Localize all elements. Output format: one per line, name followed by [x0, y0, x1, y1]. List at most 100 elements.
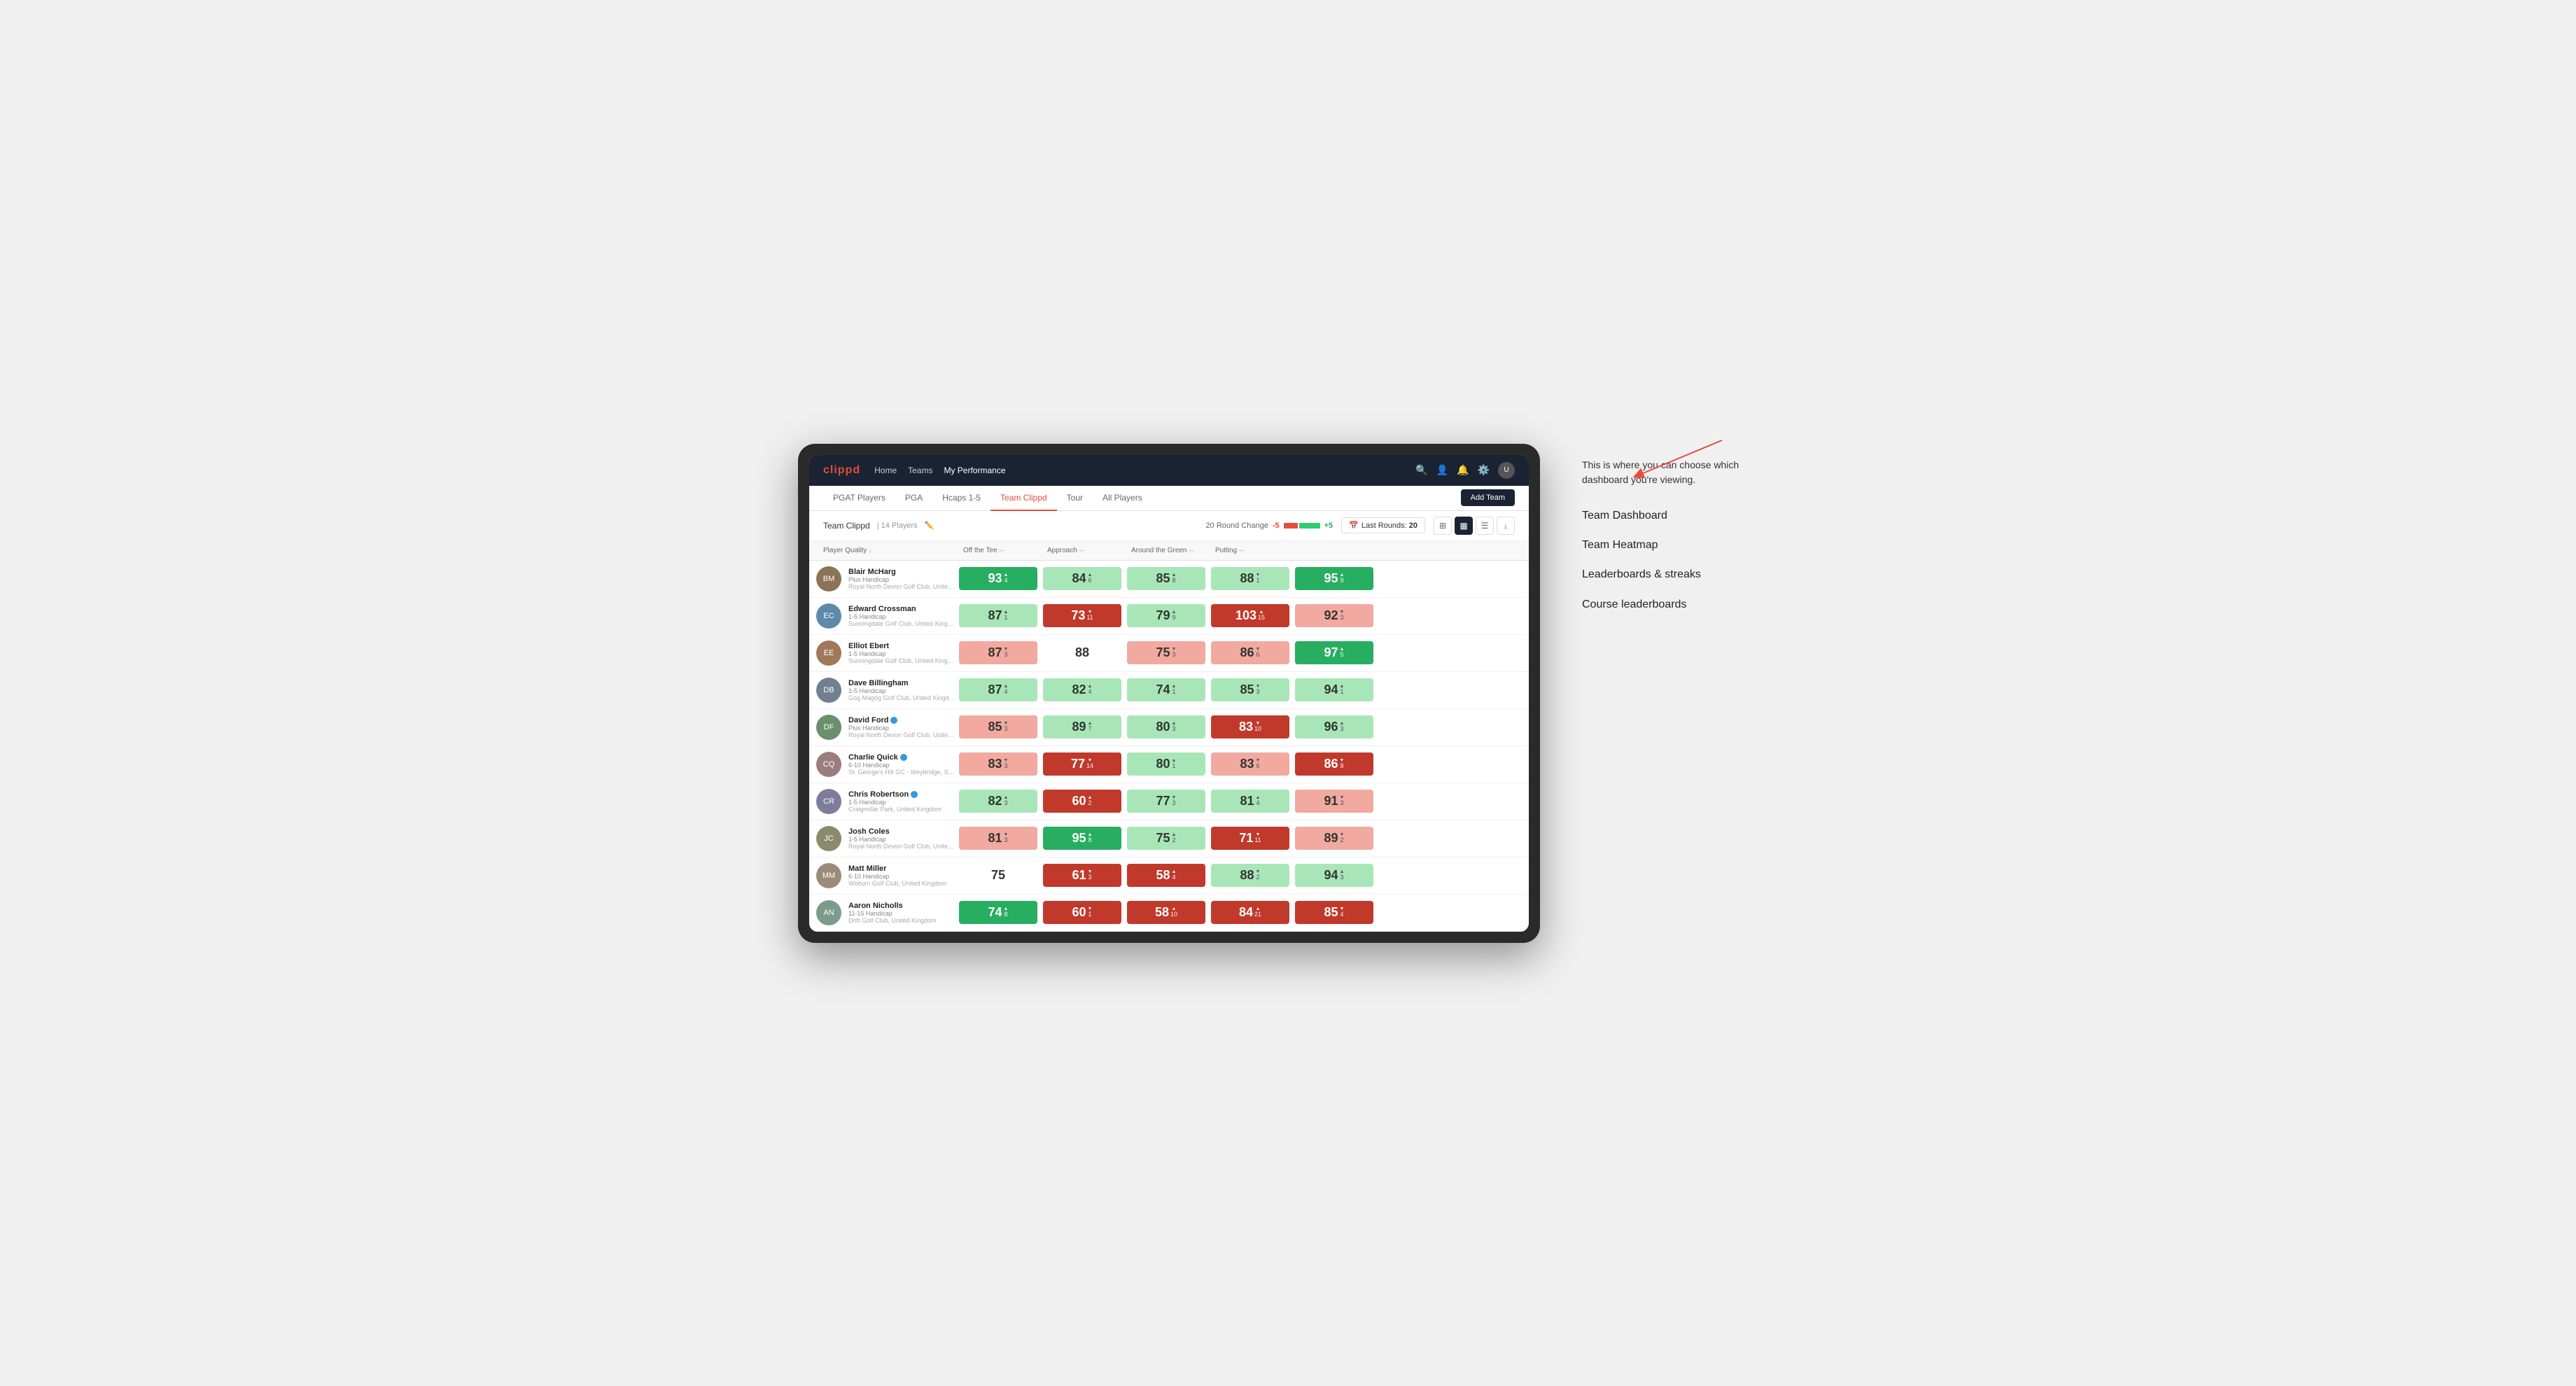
annotation-item: Team Dashboard: [1582, 508, 1778, 524]
table-row[interactable]: EEElliot Ebert1-5 HandicapSunningdale Go…: [809, 635, 1529, 672]
score-value: 77: [1156, 794, 1170, 808]
score-cell: 71▼11: [1211, 827, 1289, 850]
nav-links: Home Teams My Performance: [874, 463, 1401, 478]
team-count: | 14 Players: [877, 522, 918, 530]
nav-link-myperformance[interactable]: My Performance: [944, 463, 1005, 478]
score-delta: ▼3: [1004, 758, 1009, 771]
round-change-pos: +5: [1324, 522, 1334, 530]
score-delta: ▼2: [1256, 869, 1261, 882]
table-row[interactable]: ECEdward Crossman1-5 HandicapSunningdale…: [809, 598, 1529, 635]
view-list-icon[interactable]: ☰: [1476, 517, 1494, 535]
tab-hcaps[interactable]: Hcaps 1-5: [932, 486, 990, 511]
tab-pgat-players[interactable]: PGAT Players: [823, 486, 895, 511]
table-row[interactable]: ANAaron Nicholls11-15 HandicapDrift Golf…: [809, 895, 1529, 932]
tab-pga[interactable]: PGA: [895, 486, 932, 511]
col-header-player[interactable]: Player Quality ↓: [816, 541, 956, 560]
score-cell: 58▲10: [1127, 901, 1205, 924]
score-value: 88: [1075, 645, 1089, 660]
score-delta: ▲8: [1088, 832, 1093, 845]
player-handicap: Plus Handicap: [848, 576, 956, 583]
score-value: 60: [1072, 905, 1086, 920]
bell-icon[interactable]: 🔔: [1457, 464, 1469, 476]
score-delta: ▲3: [1340, 869, 1345, 882]
nav-link-teams[interactable]: Teams: [908, 463, 932, 478]
avatar: BM: [816, 566, 841, 592]
view-icons: ⊞ ▦ ☰ ↓: [1434, 517, 1515, 535]
tab-all-players[interactable]: All Players: [1093, 486, 1152, 511]
avatar: EC: [816, 603, 841, 629]
score-delta: ▲4: [1088, 684, 1093, 696]
score-delta: ▲4: [1004, 573, 1009, 585]
round-change: 20 Round Change -5 +5: [1206, 522, 1334, 530]
tablet-frame: clippd Home Teams My Performance 🔍 👤 🔔 ⚙…: [798, 444, 1540, 943]
score-delta: ▼3: [1088, 869, 1093, 882]
score-cell: 97▲5: [1295, 641, 1373, 664]
user-avatar[interactable]: U: [1498, 462, 1515, 479]
sort-icon-putting: —: [1239, 547, 1245, 554]
col-header-approach[interactable]: Approach —: [1040, 541, 1124, 560]
avatar: DB: [816, 678, 841, 703]
score-delta: ▲4: [1172, 869, 1177, 882]
round-change-bar: [1284, 523, 1320, 528]
col-header-green[interactable]: Around the Green —: [1124, 541, 1208, 560]
player-info-cell: BMBlair McHargPlus HandicapRoyal North D…: [816, 561, 956, 597]
score-value: 87: [988, 682, 1002, 697]
last-rounds-icon: 📅: [1349, 521, 1359, 530]
nav-link-home[interactable]: Home: [874, 463, 897, 478]
table-row[interactable]: MMMatt Miller6-10 HandicapWoburn Golf Cl…: [809, 858, 1529, 895]
round-change-neg: -5: [1273, 522, 1280, 530]
score-cell: 75▲2: [1127, 827, 1205, 850]
player-info-cell: CRChris Robertson1-5 HandicapCraigmillar…: [816, 783, 956, 820]
table-row[interactable]: BMBlair McHargPlus HandicapRoyal North D…: [809, 561, 1529, 598]
score-cell: 58▲4: [1127, 864, 1205, 887]
table-row[interactable]: CRChris Robertson1-5 HandicapCraigmillar…: [809, 783, 1529, 820]
edit-icon[interactable]: ✏️: [925, 521, 934, 530]
player-club: Royal North Devon Golf Club, United King…: [848, 583, 956, 590]
score-cell: 91▼3: [1295, 790, 1373, 813]
score-delta: ▲4: [1256, 795, 1261, 808]
player-name: Charlie Quick: [848, 753, 956, 762]
score-delta: ▼3: [1004, 832, 1009, 845]
player-info-cell: EEElliot Ebert1-5 HandicapSunningdale Go…: [816, 635, 956, 671]
score-value: 60: [1072, 794, 1086, 808]
score-value: 81: [988, 831, 1002, 846]
bar-positive: [1299, 523, 1320, 528]
player-details: Elliot Ebert1-5 HandicapSunningdale Golf…: [848, 642, 956, 664]
view-grid-icon[interactable]: ⊞: [1434, 517, 1452, 535]
score-delta: ▲9: [1340, 573, 1345, 585]
person-icon[interactable]: 👤: [1436, 464, 1448, 476]
verified-badge: [890, 717, 897, 724]
tab-bar: PGAT Players PGA Hcaps 1-5 Team Clippd T…: [809, 486, 1529, 511]
table-row[interactable]: DBDave Billingham1-5 HandicapGog Magog G…: [809, 672, 1529, 709]
table-row[interactable]: CQCharlie Quick6-10 HandicapSt. George's…: [809, 746, 1529, 783]
score-cell: 60▲2: [1043, 790, 1121, 813]
player-name: Elliot Ebert: [848, 642, 956, 650]
settings-icon[interactable]: ⚙️: [1478, 464, 1490, 476]
view-heatmap-icon[interactable]: ▦: [1455, 517, 1473, 535]
search-icon[interactable]: 🔍: [1415, 464, 1427, 476]
score-delta: ▼6: [1256, 647, 1261, 659]
score-cell: 79▲9: [1127, 604, 1205, 627]
annotation-items-container: Team DashboardTeam HeatmapLeaderboards &…: [1582, 508, 1778, 613]
score-cell: 83▼3: [959, 752, 1037, 776]
score-delta: ▲2: [1172, 832, 1177, 845]
round-change-label: 20 Round Change: [1206, 522, 1268, 530]
annotation-item: Team Heatmap: [1582, 538, 1778, 553]
score-value: 103: [1236, 608, 1256, 623]
score-value: 75: [1156, 831, 1170, 846]
score-cell: 89▼2: [1295, 827, 1373, 850]
col-header-tee[interactable]: Off the Tee —: [956, 541, 1040, 560]
add-team-button[interactable]: Add Team: [1461, 489, 1515, 506]
tab-team-clippd[interactable]: Team Clippd: [990, 486, 1057, 511]
tab-tour[interactable]: Tour: [1057, 486, 1093, 511]
player-handicap: 1-5 Handicap: [848, 613, 956, 620]
view-export-icon[interactable]: ↓: [1497, 517, 1515, 535]
score-delta: ▲7: [1088, 721, 1093, 734]
outer-wrapper: clippd Home Teams My Performance 🔍 👤 🔔 ⚙…: [798, 444, 1778, 943]
col-header-putting[interactable]: Putting —: [1208, 541, 1292, 560]
table-row[interactable]: JCJosh Coles1-5 HandicapRoyal North Devo…: [809, 820, 1529, 858]
player-info-cell: JCJosh Coles1-5 HandicapRoyal North Devo…: [816, 820, 956, 857]
score-value: 88: [1240, 571, 1254, 586]
last-rounds-button[interactable]: 📅 Last Rounds: 20: [1341, 517, 1425, 533]
table-row[interactable]: DFDavid FordPlus HandicapRoyal North Dev…: [809, 709, 1529, 746]
